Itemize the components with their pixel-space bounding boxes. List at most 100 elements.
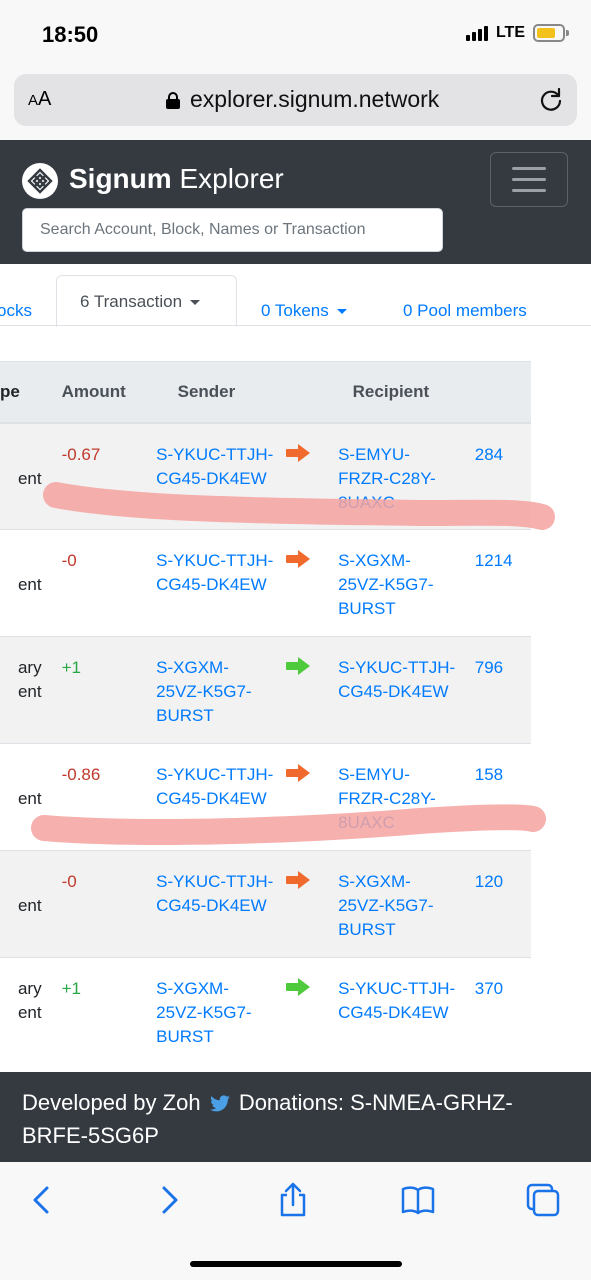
- line: 8UAXC: [338, 492, 395, 512]
- tabs-icon[interactable]: [525, 1182, 561, 1218]
- developed-by-text: Developed by Zoh: [22, 1090, 201, 1115]
- tab-pool-members[interactable]: 0 Pool members: [403, 301, 527, 321]
- cell-direction: [273, 957, 323, 1063]
- cell-amount: -0: [49, 529, 140, 637]
- tab-tokens[interactable]: 0 Tokens: [261, 301, 347, 321]
- line: S-EMYU-: [338, 444, 410, 464]
- cell-extra[interactable]: 284: [459, 422, 531, 530]
- line: CG45-DK4EW: [156, 575, 267, 594]
- cell-extra[interactable]: 120: [459, 850, 531, 958]
- back-icon[interactable]: [24, 1182, 60, 1218]
- line: BURST: [156, 706, 214, 725]
- url-text[interactable]: explorer.signum.network: [190, 86, 439, 113]
- browser-address-area: AA explorer.signum.network: [0, 70, 591, 140]
- line: S-YKUC-TTJH-: [156, 872, 274, 891]
- cell-sender-link[interactable]: S-YKUC-TTJH- CG45-DK4EW: [139, 422, 274, 530]
- type-line: ent: [17, 575, 42, 594]
- cell-direction: [273, 743, 323, 851]
- cell-extra[interactable]: 796: [459, 636, 531, 744]
- cell-recipient-link[interactable]: S-XGXM- 25VZ-K5G7- BURST: [322, 850, 460, 958]
- search-input[interactable]: [22, 208, 443, 252]
- line: S-XGXM-: [338, 872, 411, 891]
- line: 25VZ-K5G7-: [338, 575, 434, 594]
- line: S-XGXM-: [156, 979, 229, 998]
- cell-sender-link[interactable]: S-XGXM- 25VZ-K5G7- BURST: [139, 636, 274, 744]
- bookmarks-icon[interactable]: [400, 1182, 436, 1218]
- line: FRZR-C28Y-: [338, 789, 436, 808]
- address-bar[interactable]: AA explorer.signum.network: [14, 74, 577, 126]
- signum-logo-icon[interactable]: [22, 163, 58, 199]
- cell-recipient-link[interactable]: S-YKUC-TTJH- CG45-DK4EW: [322, 636, 460, 744]
- line: CG45-DK4EW: [156, 789, 267, 808]
- line: S-EMYU-: [338, 765, 410, 784]
- cell-recipient-link[interactable]: S-YKUC-TTJH- CG45-DK4EW: [322, 957, 460, 1063]
- cell-amount: -0.67: [49, 422, 140, 530]
- status-indicators: LTE: [465, 24, 569, 42]
- cell-type: ent: [0, 422, 50, 530]
- cell-sender-link[interactable]: S-XGXM- 25VZ-K5G7- BURST: [139, 957, 274, 1063]
- forward-icon[interactable]: [151, 1182, 187, 1218]
- cell-sender-link[interactable]: S-YKUC-TTJH- CG45-DK4EW: [139, 529, 274, 637]
- table-header-row: pe Amount Sender Recipient: [0, 361, 531, 424]
- cell-extra[interactable]: 370: [459, 957, 531, 1063]
- menu-icon[interactable]: [490, 152, 568, 207]
- cell-recipient-link[interactable]: S-EMYU- FRZR-C28Y- 8UAXC: [322, 743, 460, 851]
- cell-sender-link[interactable]: S-YKUC-TTJH- CG45-DK4EW: [139, 743, 274, 851]
- line: S-YKUC-TTJH-: [156, 765, 274, 784]
- brand-bold: Signum: [69, 163, 172, 194]
- line: 25VZ-K5G7-: [156, 682, 252, 701]
- tab-tokens-label: 0 Tokens: [261, 301, 329, 320]
- signum-logo-mark: [27, 168, 53, 194]
- cell-type: ary ent: [0, 957, 50, 1063]
- cell-recipient-link[interactable]: S-XGXM- 25VZ-K5G7- BURST: [322, 529, 460, 637]
- cell-sender-link[interactable]: S-YKUC-TTJH- CG45-DK4EW: [139, 850, 274, 958]
- reload-icon[interactable]: [537, 86, 565, 114]
- site-footer: Developed by Zoh Donations: S-NMEA-GRHZ-…: [0, 1072, 591, 1162]
- twitter-icon[interactable]: [209, 1095, 231, 1113]
- header-direction: [273, 361, 323, 424]
- line: CG45-DK4EW: [338, 682, 449, 701]
- text-size-button[interactable]: AA: [28, 88, 51, 111]
- cell-extra[interactable]: 1214: [459, 529, 531, 637]
- cell-direction: [273, 529, 323, 637]
- line: FRZR-C28Y-: [338, 468, 436, 488]
- header-sender: Sender: [139, 361, 274, 424]
- arrow-right-icon: [285, 550, 310, 568]
- network-label: LTE: [495, 24, 525, 41]
- cell-amount: -0.86: [49, 743, 140, 851]
- share-icon[interactable]: [275, 1182, 311, 1218]
- battery-icon: [533, 24, 569, 42]
- type-line: ary: [17, 658, 42, 677]
- cell-direction: [273, 422, 323, 530]
- arrow-right-icon: [285, 657, 310, 675]
- cell-direction: [273, 636, 323, 744]
- table-row: ent -0.67 S-YKUC-TTJH- CG45-DK4EW S-EMYU- FRZ…: [0, 422, 531, 530]
- line: CG45-DK4EW: [156, 896, 267, 915]
- arrow-right-icon: [285, 978, 310, 996]
- caret-down-icon: [190, 300, 201, 306]
- cell-recipient-link[interactable]: S-EMYU- FRZR-C28Y- 8UAXC: [322, 422, 460, 530]
- tab-transactions-label: 6 Transaction: [80, 292, 201, 312]
- tabs-divider: [0, 325, 591, 326]
- lock-icon: [166, 92, 180, 109]
- cell-type: ent: [0, 850, 50, 958]
- status-bar: 18:50 LTE: [0, 0, 591, 70]
- table-row: ary ent +1 S-XGXM- 25VZ-K5G7- BURST S-YKUC-TTJ…: [0, 636, 531, 744]
- type-line: ent: [17, 789, 42, 808]
- line: S-YKUC-TTJH-: [338, 979, 456, 998]
- table-row: ent -0 S-YKUC-TTJH- CG45-DK4EW S-XGXM- 25VZ-K…: [0, 850, 531, 958]
- type-line: ary: [17, 979, 42, 998]
- brand-title[interactable]: Signum Explorer: [69, 163, 284, 195]
- type-line: ent: [17, 896, 42, 915]
- cell-extra[interactable]: 158: [459, 743, 531, 851]
- line: S-YKUC-TTJH-: [156, 444, 274, 464]
- line: S-YKUC-TTJH-: [338, 658, 456, 677]
- tab-transactions[interactable]: 6 Transaction: [56, 275, 237, 327]
- home-indicator[interactable]: [190, 1261, 402, 1267]
- header-amount: Amount: [49, 361, 140, 424]
- tab-blocks-label: ocks: [0, 301, 32, 320]
- tab-bar: ocks 6 Transaction 0 Tokens 0 Pool membe…: [0, 264, 591, 327]
- line: 25VZ-K5G7-: [156, 1003, 252, 1022]
- line: S-XGXM-: [338, 551, 411, 570]
- tab-blocks[interactable]: ocks: [0, 301, 32, 321]
